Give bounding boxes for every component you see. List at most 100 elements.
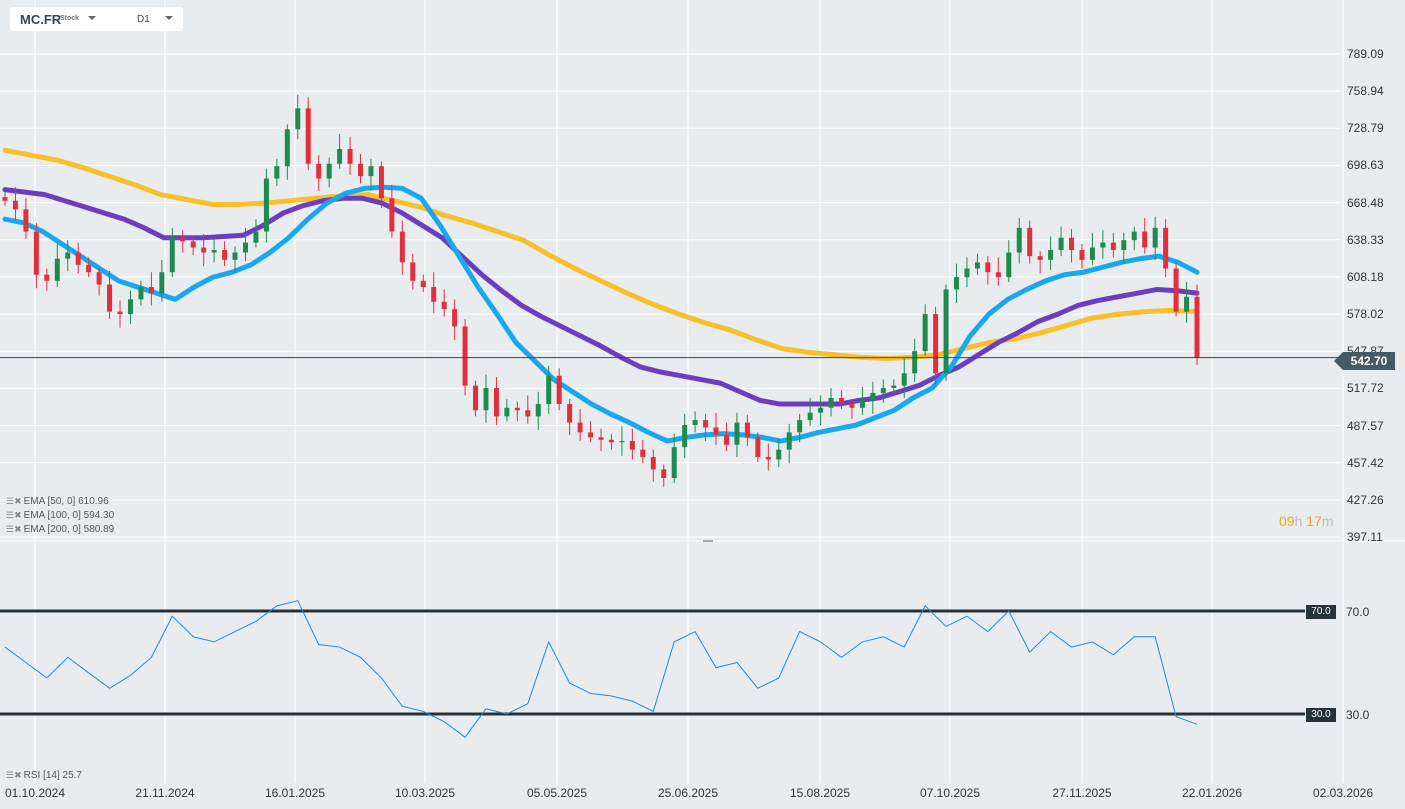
candle bbox=[629, 428, 635, 460]
candle bbox=[263, 168, 269, 243]
candle-countdown: 09h 17m bbox=[1279, 513, 1334, 529]
price-chart[interactable] bbox=[0, 0, 1405, 809]
candle bbox=[180, 230, 186, 253]
date-tick: 15.08.2025 bbox=[789, 786, 851, 800]
candle bbox=[744, 415, 750, 446]
candle bbox=[1089, 232, 1095, 265]
price-tick: 758.94 bbox=[1347, 84, 1384, 99]
candle bbox=[253, 219, 259, 248]
ema-200-line bbox=[2, 147, 1200, 361]
candle bbox=[713, 412, 719, 445]
candle bbox=[274, 158, 280, 186]
candle bbox=[734, 412, 740, 458]
legend-ema-100[interactable]: ☰✖ EMA [100, 0] 594.30 bbox=[6, 510, 114, 521]
candle bbox=[912, 338, 918, 382]
date-tick: 27.11.2025 bbox=[1052, 786, 1112, 800]
candle bbox=[964, 257, 970, 287]
candle bbox=[368, 158, 374, 190]
candle bbox=[44, 268, 50, 291]
menu-icon[interactable]: ☰✖ bbox=[6, 524, 22, 534]
legend-ema-200[interactable]: ☰✖ EMA [200, 0] 580.89 bbox=[6, 524, 114, 535]
date-tick: 01.10.2024 bbox=[4, 786, 66, 800]
candle bbox=[75, 242, 81, 274]
candle bbox=[535, 391, 541, 430]
candle bbox=[1184, 282, 1190, 323]
candle bbox=[316, 155, 322, 191]
candle bbox=[441, 289, 447, 317]
rsi-level-30: 30.0 bbox=[1306, 708, 1336, 722]
price-tick: 698.63 bbox=[1347, 158, 1384, 173]
candle bbox=[399, 220, 405, 275]
candle bbox=[358, 153, 364, 184]
candle bbox=[138, 280, 144, 306]
candle bbox=[682, 413, 688, 459]
candle bbox=[765, 443, 771, 471]
menu-icon[interactable]: ☰✖ bbox=[6, 496, 22, 506]
candle bbox=[954, 263, 960, 304]
candle bbox=[692, 411, 698, 433]
price-tick: 638.33 bbox=[1347, 232, 1384, 247]
candle bbox=[1100, 230, 1106, 259]
candle bbox=[452, 299, 458, 340]
price-tick: 517.72 bbox=[1347, 381, 1384, 396]
candle bbox=[1037, 251, 1043, 274]
candle bbox=[1027, 220, 1033, 264]
candle bbox=[1048, 236, 1054, 270]
candle bbox=[1110, 232, 1116, 258]
timeframe-dropdown-icon[interactable] bbox=[165, 16, 173, 20]
candle bbox=[859, 386, 865, 416]
candle bbox=[974, 253, 980, 275]
candle bbox=[2, 192, 8, 206]
candle bbox=[127, 290, 133, 324]
candle bbox=[525, 395, 531, 424]
price-tick: 668.48 bbox=[1347, 195, 1384, 210]
ema-100-line bbox=[2, 187, 1200, 407]
candle bbox=[922, 304, 928, 357]
candle bbox=[473, 380, 479, 417]
candle bbox=[483, 374, 489, 423]
date-tick: 25.06.2025 bbox=[657, 786, 719, 800]
candle bbox=[305, 97, 311, 170]
rsi-level-70: 70.0 bbox=[1306, 605, 1336, 619]
timeframe-select[interactable]: D1 bbox=[137, 14, 150, 25]
candle bbox=[650, 449, 656, 482]
price-tick: 728.79 bbox=[1347, 121, 1384, 136]
menu-icon[interactable]: ☰✖ bbox=[6, 770, 22, 780]
candle bbox=[326, 157, 332, 188]
candle bbox=[284, 124, 290, 180]
panel-resize-handle[interactable] bbox=[703, 540, 713, 542]
date-tick: 02.03.2026 bbox=[1312, 786, 1374, 800]
symbol-dropdown-icon[interactable] bbox=[88, 16, 96, 20]
candle bbox=[504, 399, 510, 422]
current-price-label: 542.70 bbox=[1334, 352, 1395, 370]
candle bbox=[514, 401, 520, 422]
menu-icon[interactable]: ☰✖ bbox=[6, 510, 22, 520]
candle bbox=[608, 433, 614, 450]
price-tick: 397.11 bbox=[1347, 530, 1383, 544]
rsi-line bbox=[4, 600, 1198, 738]
price-tick: 608.18 bbox=[1347, 269, 1384, 284]
rsi-axis-30: 30.0 bbox=[1346, 708, 1370, 722]
legend-ema-50[interactable]: ☰✖ EMA [50, 0] 610.96 bbox=[6, 496, 109, 507]
legend-rsi[interactable]: ☰✖ RSI [14] 25.7 bbox=[6, 770, 82, 781]
candle bbox=[222, 241, 228, 267]
date-tick: 07.10.2025 bbox=[919, 786, 981, 800]
candle bbox=[828, 388, 834, 417]
candle bbox=[54, 243, 60, 287]
candle bbox=[410, 253, 416, 290]
candle bbox=[933, 306, 939, 385]
candle bbox=[985, 256, 991, 285]
symbol-selector[interactable]: MC.FR Stock D1 bbox=[10, 7, 183, 31]
candle bbox=[1079, 243, 1085, 269]
date-tick: 10.03.2025 bbox=[394, 786, 456, 800]
rsi-axis-70: 70.0 bbox=[1346, 605, 1370, 619]
candle bbox=[117, 300, 123, 328]
price-tick: 578.02 bbox=[1347, 307, 1384, 322]
candle bbox=[1163, 219, 1169, 278]
candle bbox=[347, 136, 353, 175]
candle bbox=[1152, 216, 1158, 260]
instrument-type: Stock bbox=[60, 15, 80, 22]
candle bbox=[493, 376, 499, 426]
candle bbox=[619, 426, 625, 456]
candle bbox=[389, 184, 395, 238]
